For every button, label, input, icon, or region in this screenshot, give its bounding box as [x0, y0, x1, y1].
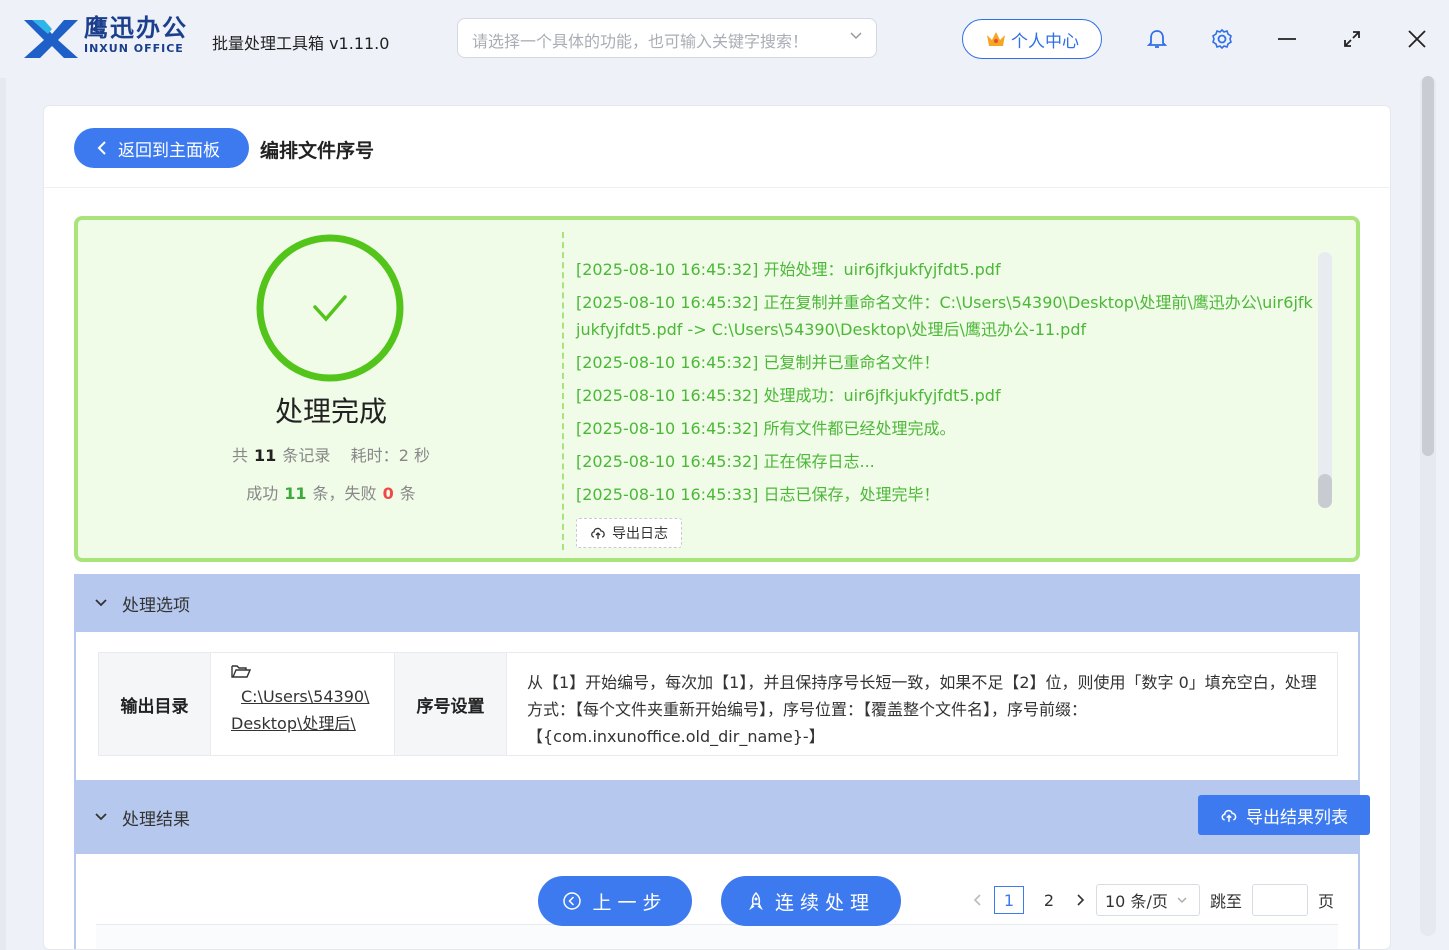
- left-window-edge: [0, 76, 6, 950]
- output-dir-label: 输出目录: [99, 653, 211, 755]
- total-prefix: 共: [232, 446, 249, 465]
- page-1-button[interactable]: 1: [994, 886, 1024, 914]
- total-stats: 共 11 条记录 耗时：2 秒: [78, 442, 584, 466]
- brand-name-en: INXUN OFFICE: [84, 42, 184, 55]
- fail-count: 0: [382, 484, 394, 503]
- time-value: 2 秒: [398, 446, 430, 465]
- chevron-left-icon[interactable]: [972, 892, 984, 908]
- log-line: [2025-08-10 16:45:32] 已复制并已重命名文件！: [576, 353, 940, 372]
- previous-step-label: 上一步: [592, 891, 668, 914]
- page-header: 返回到主面板 编排文件序号: [44, 106, 1390, 188]
- chevron-left-icon: [97, 141, 106, 155]
- maximize-icon[interactable]: [1341, 28, 1363, 50]
- log-line: [2025-08-10 16:45:32] 正在复制并重命名文件：C:\User…: [576, 293, 1313, 339]
- minimize-icon[interactable]: [1276, 28, 1298, 50]
- output-dir-cell: C:\Users\54390\ Desktop\处理后\: [211, 653, 395, 755]
- folder-open-icon: [231, 665, 252, 678]
- fail-prefix: 条，失败: [312, 484, 377, 503]
- continue-processing-label: 连续处理: [774, 891, 875, 914]
- chevron-down-icon[interactable]: [848, 28, 864, 44]
- back-to-main-button[interactable]: 返回到主面板: [74, 128, 249, 168]
- rocket-icon: [749, 891, 763, 911]
- output-dir-link[interactable]: C:\Users\54390\: [231, 683, 374, 710]
- back-button-label: 返回到主面板: [118, 140, 220, 161]
- total-count: 11: [254, 446, 277, 465]
- brand-name-cn: 鹰迅办公: [84, 14, 188, 42]
- success-fail-stats: 成功 11 条，失败 0 条: [78, 480, 584, 504]
- cloud-upload-icon: [591, 527, 605, 539]
- page-title: 编排文件序号: [260, 140, 375, 162]
- export-log-label: 导出日志: [612, 526, 668, 542]
- options-table: 输出目录 C:\Users\54390\ Desktop\处理后\ 序号设置 从…: [98, 652, 1338, 756]
- result-summary-box: 处理完成 共 11 条记录 耗时：2 秒 成功 11 条，失败 0 条 [2025-08-1…: [74, 216, 1360, 562]
- process-log: [2025-08-10 16:45:32] 开始处理：uir6jfkjukfyj…: [576, 256, 1316, 514]
- function-search-input[interactable]: 请选择一个具体的功能，也可输入关键字搜索！: [457, 18, 877, 58]
- user-center-button[interactable]: 个人中心: [962, 19, 1102, 59]
- log-line: [2025-08-10 16:45:33] 日志已保存，处理完毕！: [576, 485, 940, 504]
- chevron-down-icon: [95, 599, 107, 607]
- crown-icon: [987, 32, 1005, 46]
- bell-icon[interactable]: [1146, 28, 1168, 50]
- page-scrollbar-thumb[interactable]: [1422, 76, 1434, 456]
- summary-divider: [562, 232, 564, 550]
- continue-processing-button[interactable]: 连续处理: [721, 876, 901, 926]
- export-result-list-label: 导出结果列表: [1246, 807, 1348, 828]
- log-line: [2025-08-10 16:45:32] 开始处理：uir6jfkjukfyj…: [576, 260, 1001, 279]
- total-suffix: 条记录: [282, 446, 331, 465]
- page-size-value: 10 条/页: [1105, 892, 1168, 911]
- previous-step-button[interactable]: 上一步: [538, 876, 692, 926]
- log-scrollbar-thumb[interactable]: [1318, 474, 1332, 508]
- success-count: 11: [284, 484, 307, 503]
- brand: 鹰迅办公 INXUN OFFICE: [84, 14, 188, 56]
- title-bar: 鹰迅办公 INXUN OFFICE 批量处理工具箱 v1.11.0 请选择一个具…: [0, 0, 1449, 78]
- main-panel: 返回到主面板 编排文件序号 处理完成 共 11 条记录 耗时：2 秒 成功 11 条，失…: [43, 105, 1391, 950]
- gear-icon[interactable]: [1211, 28, 1233, 50]
- chevron-down-icon: [1177, 897, 1187, 903]
- log-line: [2025-08-10 16:45:32] 所有文件都已经处理完成。: [576, 419, 956, 438]
- jump-label: 跳至: [1210, 892, 1243, 911]
- inxun-logo-icon: [24, 20, 78, 58]
- log-line: [2025-08-10 16:45:32] 正在保存日志...: [576, 452, 875, 471]
- options-section-body: 输出目录 C:\Users\54390\ Desktop\处理后\ 序号设置 从…: [74, 632, 1360, 780]
- fail-suffix: 条: [399, 484, 416, 503]
- chevron-left-circle-icon: [563, 892, 582, 910]
- seq-settings-label: 序号设置: [395, 653, 507, 755]
- pagination: 1 2 10 条/页 跳至 页: [972, 884, 1334, 916]
- results-section-title: 处理结果: [122, 809, 190, 830]
- log-line: [2025-08-10 16:45:32] 处理成功：uir6jfkjukfyj…: [576, 386, 1001, 405]
- success-prefix: 成功: [246, 484, 279, 503]
- export-log-button[interactable]: 导出日志: [576, 518, 682, 548]
- results-table-header: [96, 924, 1338, 949]
- cloud-upload-icon: [1221, 809, 1237, 822]
- log-scrollbar[interactable]: [1318, 252, 1332, 508]
- page-2-button[interactable]: 2: [1034, 886, 1064, 914]
- chevron-down-icon: [95, 813, 107, 821]
- seq-settings-description: 从【1】开始编号，每次加【1】，并且保持序号长短一致，如果不足【2】位，则使用「…: [527, 673, 1317, 746]
- output-dir-link-cont[interactable]: Desktop\处理后\: [231, 710, 374, 737]
- jump-page-input[interactable]: [1252, 884, 1309, 916]
- user-center-label: 个人中心: [1011, 31, 1079, 52]
- export-result-list-button[interactable]: 导出结果列表: [1198, 795, 1370, 835]
- time-label: 耗时：: [350, 446, 399, 465]
- options-section-header[interactable]: 处理选项: [74, 574, 1360, 632]
- options-section-title: 处理选项: [122, 595, 190, 616]
- chevron-right-icon[interactable]: [1074, 892, 1086, 908]
- results-section-header[interactable]: 处理结果 导出结果列表: [74, 780, 1370, 854]
- page-suffix: 页: [1318, 892, 1335, 911]
- status-title: 处理完成: [274, 395, 387, 428]
- page-size-select[interactable]: 10 条/页: [1096, 884, 1200, 916]
- app-title: 批量处理工具箱 v1.11.0: [212, 34, 390, 53]
- close-icon[interactable]: [1406, 28, 1428, 50]
- success-check-icon: [256, 234, 404, 382]
